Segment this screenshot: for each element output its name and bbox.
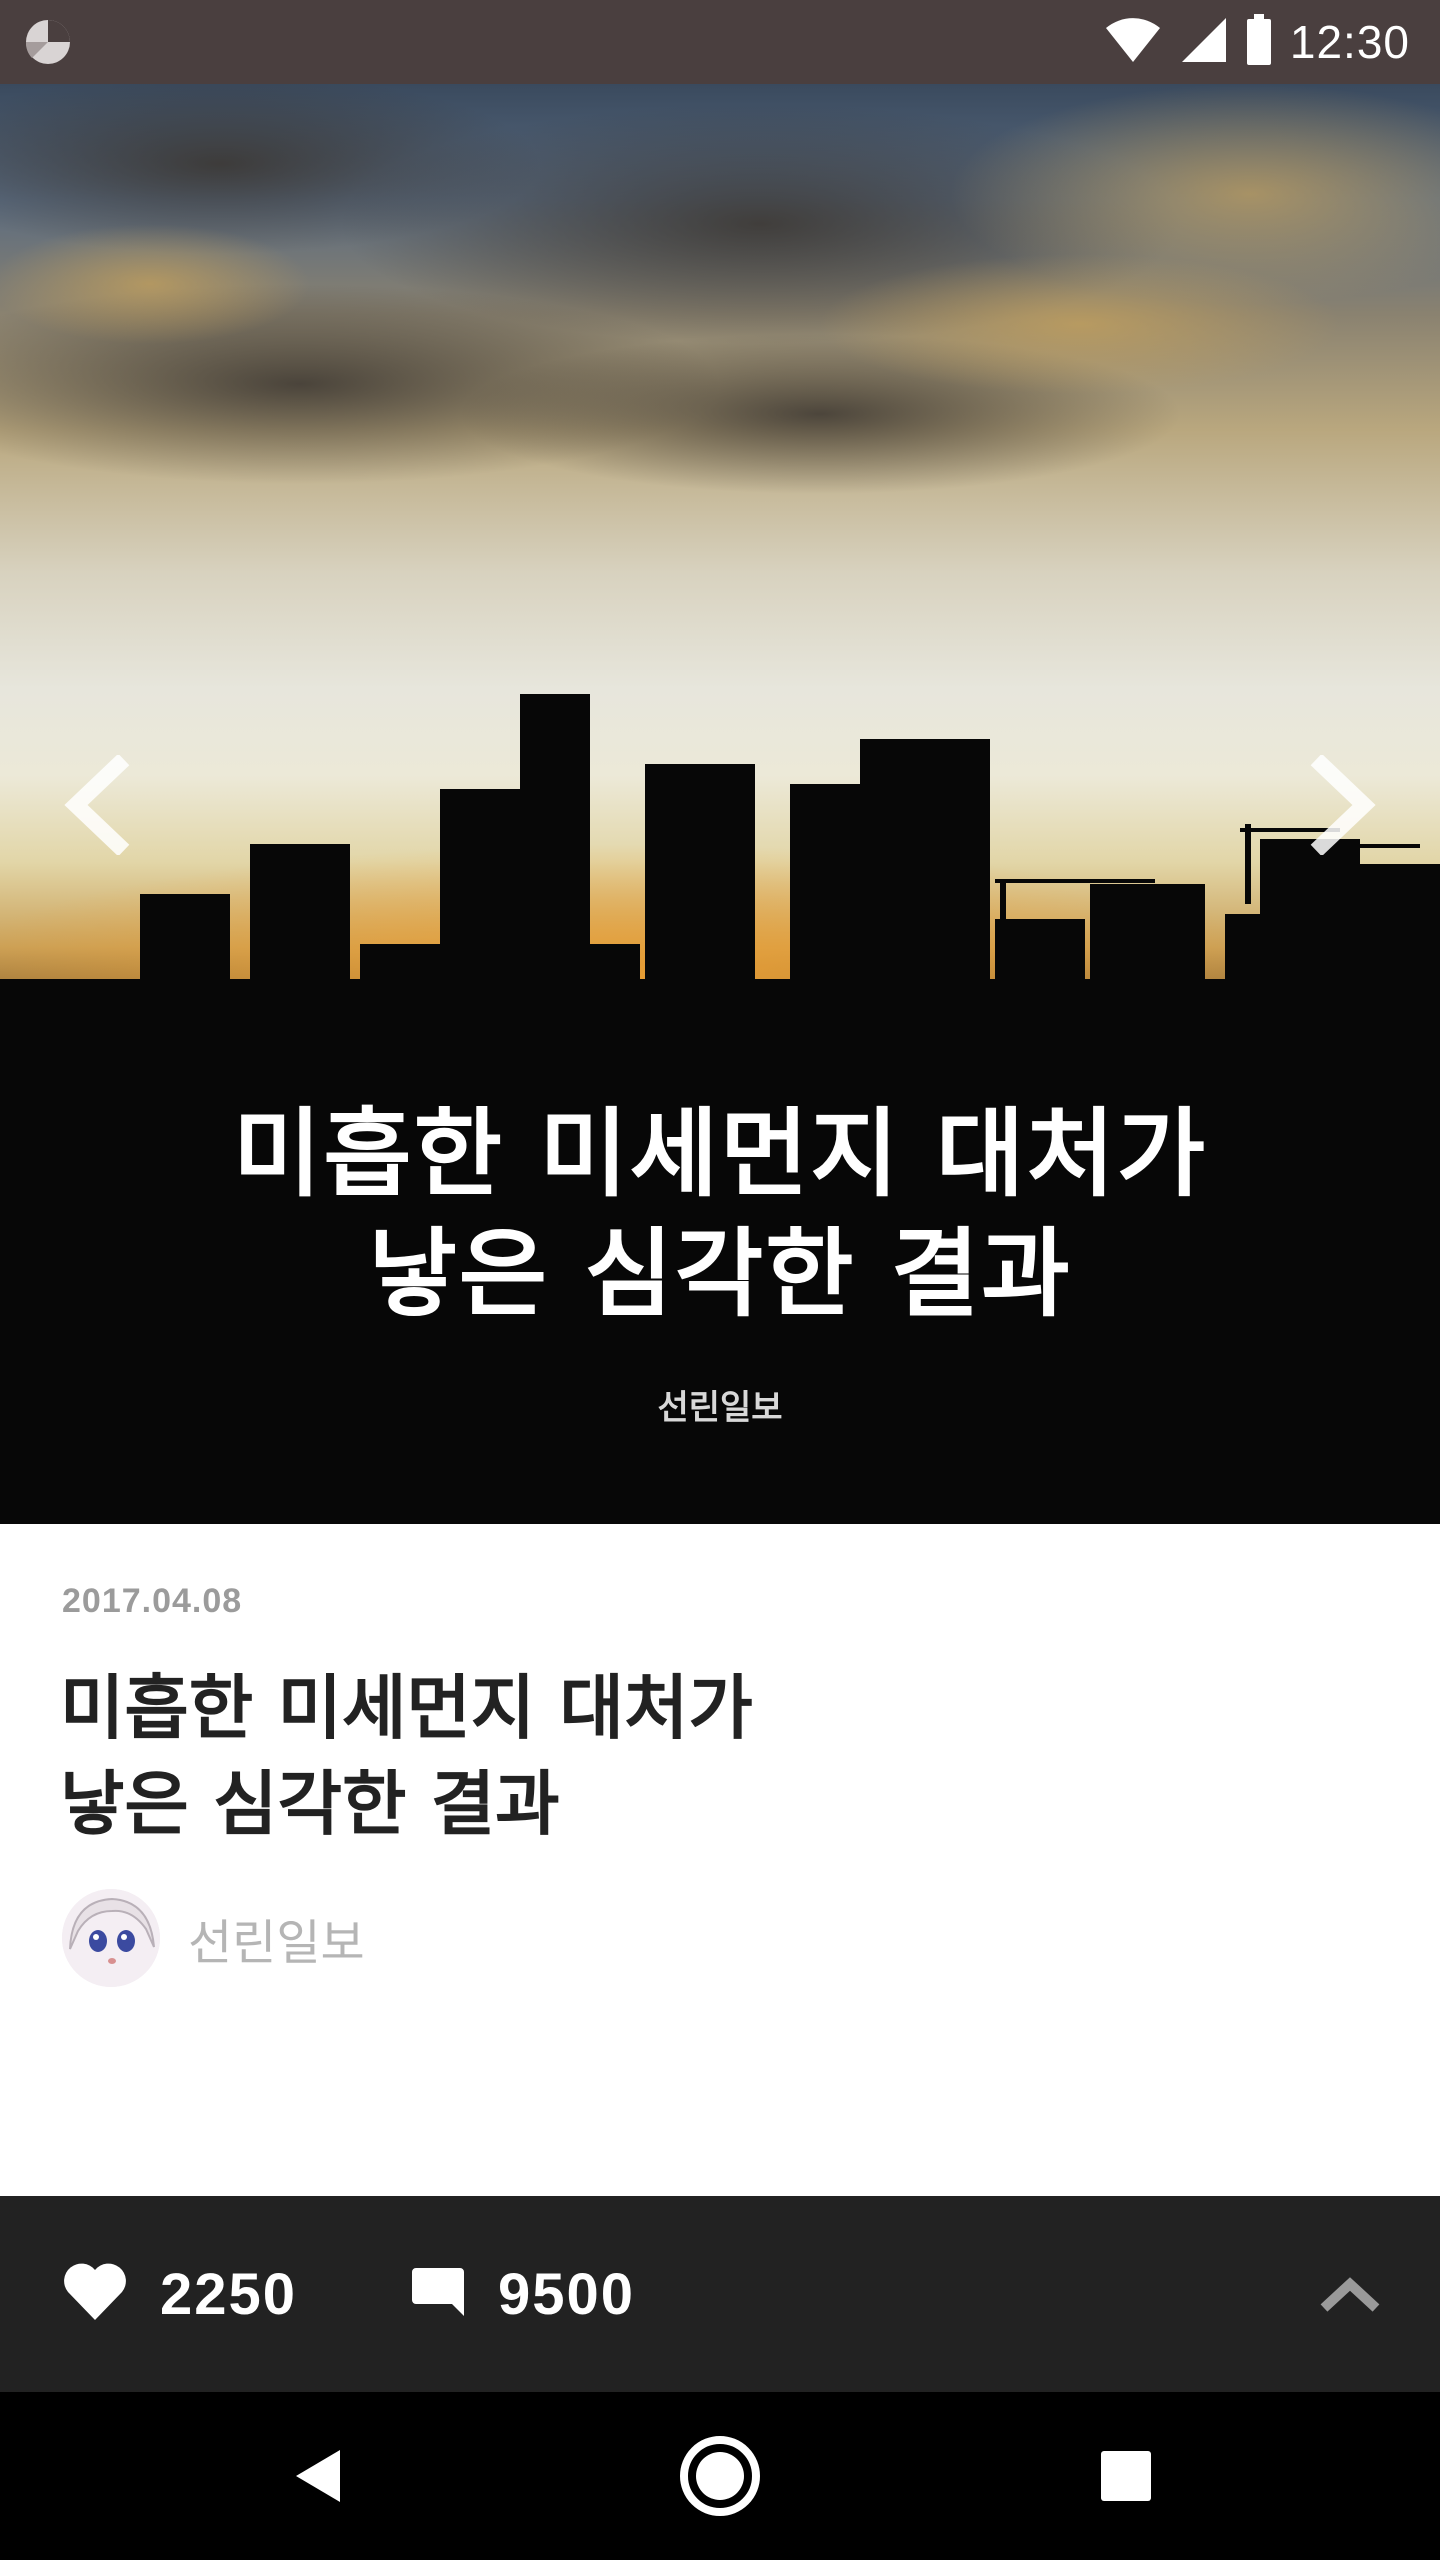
status-time: 12:30 <box>1289 16 1410 68</box>
back-button[interactable] <box>268 2426 368 2526</box>
scroll-top-button[interactable] <box>1300 2244 1400 2344</box>
signal-icon <box>1180 16 1228 68</box>
hero-prev-button[interactable] <box>50 740 140 870</box>
like-button[interactable]: 2250 <box>62 2196 297 2392</box>
chevron-up-icon <box>1320 2277 1380 2312</box>
article-date: 2017.04.08 <box>62 1582 243 1620</box>
recents-icon <box>1101 2451 1151 2501</box>
article-title-line-1: 미흡한 미세먼지 대처가 <box>60 1667 753 1749</box>
article-title[interactable]: 미흡한 미세먼지 대처가 낳은 심각한 결과 <box>60 1660 753 1852</box>
comment-count: 9500 <box>498 2261 636 2327</box>
chevron-right-icon <box>1310 755 1376 855</box>
home-icon <box>680 2436 760 2516</box>
author-name[interactable]: 선린일보 <box>188 1903 365 1973</box>
article-title-line-2: 낳은 심각한 결과 <box>60 1763 560 1845</box>
action-bar: 2250 9500 <box>0 2196 1440 2392</box>
comment-button[interactable]: 9500 <box>410 2196 635 2392</box>
avatar[interactable] <box>62 1889 160 1987</box>
home-button[interactable] <box>670 2426 770 2526</box>
back-icon <box>296 2450 340 2502</box>
hero-title-line-1: 미흡한 미세먼지 대처가 <box>232 1098 1208 1210</box>
status-bar: 12:30 <box>0 0 1440 84</box>
heart-icon <box>62 2262 128 2326</box>
hero-next-button[interactable] <box>1300 740 1390 870</box>
hero-title-line-2: 낳은 심각한 결과 <box>368 1218 1072 1330</box>
hero-banner[interactable]: 미흡한 미세먼지 대처가 낳은 심각한 결과 선린일보 <box>0 84 1440 1524</box>
hero-source: 선린일보 <box>657 1388 783 1428</box>
navigation-bar <box>0 2392 1440 2560</box>
like-count: 2250 <box>160 2261 298 2327</box>
author-row[interactable]: 선린일보 <box>62 1888 365 1988</box>
wifi-icon <box>1104 16 1162 68</box>
chevron-left-icon <box>64 755 130 855</box>
recents-button[interactable] <box>1076 2426 1176 2526</box>
comment-icon <box>410 2264 466 2324</box>
hero-title: 미흡한 미세먼지 대처가 낳은 심각한 결과 <box>0 1094 1440 1334</box>
battery-icon <box>1246 14 1272 70</box>
app-icon <box>24 18 72 66</box>
